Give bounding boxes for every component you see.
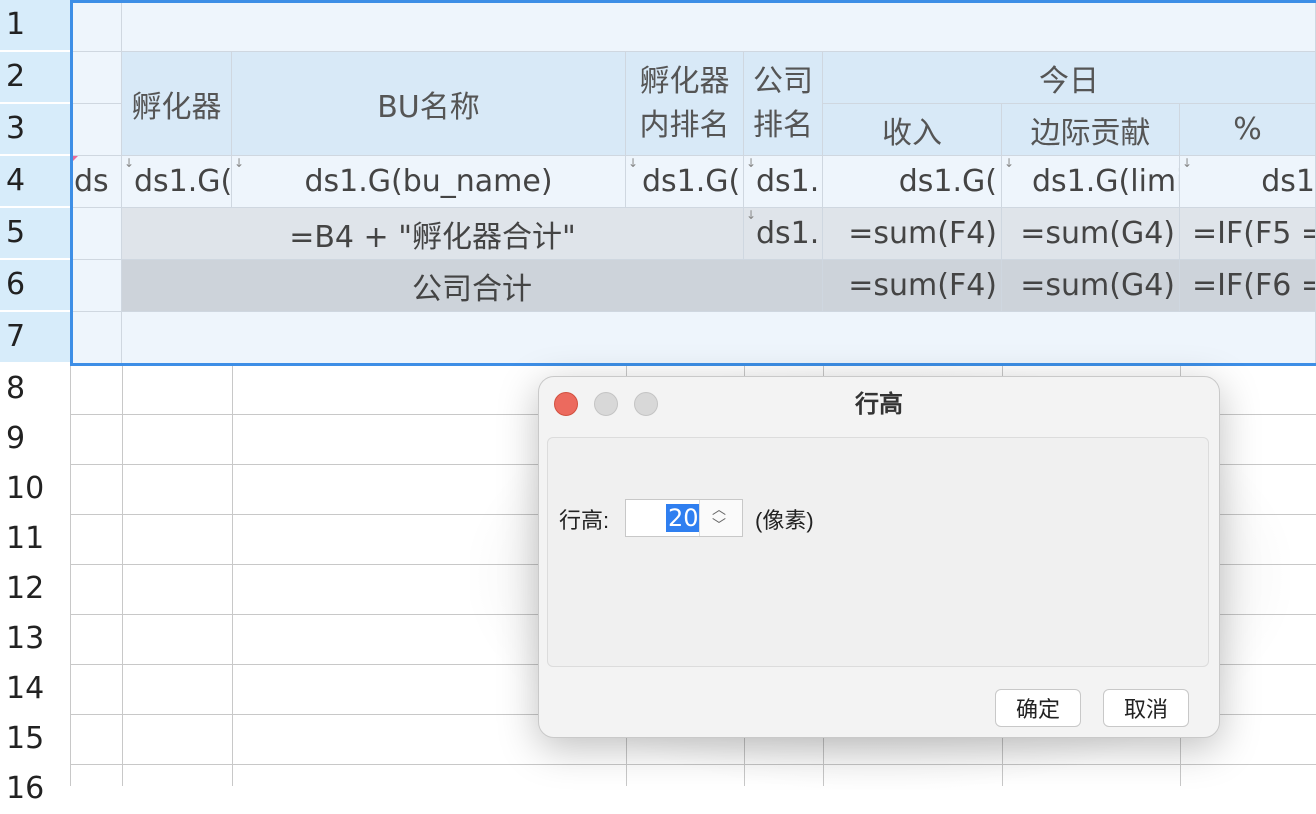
cell-B4-text: ds1.G( (134, 164, 232, 199)
row-header-13[interactable]: 13 (0, 614, 70, 664)
header-percent[interactable]: % (1180, 104, 1316, 156)
header-company-rank-line1: 公司 (753, 63, 813, 99)
cell-G5-text: =sum(G4) (1020, 216, 1175, 251)
cell-F5-text: =sum(F4) (848, 216, 997, 251)
expand-arrow-icon: ↓ (1004, 156, 1015, 170)
row-height-dialog: 行高 行高: 20 ︿ ﹀ (像素) 确定 取消 (538, 376, 1220, 738)
cell-A3[interactable] (70, 104, 122, 156)
cell-A4[interactable]: ds (70, 156, 122, 208)
row-header-10[interactable]: 10 (0, 464, 70, 514)
header-incubator-rank-line1: 孵化器 (639, 63, 730, 99)
row-header-16[interactable]: 16 (0, 764, 70, 814)
header-today-label: 今日 (1039, 63, 1099, 99)
cell-H4[interactable]: ↓ ds1 (1180, 156, 1316, 208)
header-today[interactable]: 今日 (823, 52, 1316, 104)
cell-A7[interactable] (70, 312, 122, 366)
row-header-7[interactable]: 7 (0, 312, 70, 362)
row-height-stepper[interactable]: ︿ ﹀ (699, 500, 742, 536)
row-header-1[interactable]: 1 (0, 0, 70, 50)
expand-arrow-icon: ↓ (1182, 156, 1193, 170)
cell-H6[interactable]: =IF(F6 = (1180, 260, 1316, 312)
comment-marker-icon (70, 156, 78, 164)
cell-G6[interactable]: =sum(G4) (1002, 260, 1180, 312)
cell-E5[interactable]: ↓ ds1. (744, 208, 823, 260)
dialog-titlebar[interactable]: 行高 (539, 377, 1219, 433)
cell-H5[interactable]: =IF(F5 = (1180, 208, 1316, 260)
cell-A6[interactable] (70, 260, 122, 312)
cell-G5[interactable]: =sum(G4) (1002, 208, 1180, 260)
unit-label: (像素) (755, 508, 814, 533)
expand-arrow-icon: ↓ (628, 156, 639, 170)
chevron-down-icon[interactable]: ﹀ (712, 518, 726, 532)
cell-F4[interactable]: ds1.G( (823, 156, 1002, 208)
header-revenue-label: 收入 (882, 115, 942, 151)
cell-H5-text: =IF(F5 = (1192, 216, 1316, 251)
header-incubator-rank[interactable]: 孵化器 内排名 (626, 52, 744, 156)
row-header-5[interactable]: 5 (0, 208, 70, 258)
header-revenue[interactable]: 收入 (823, 104, 1002, 156)
cell-A4-text: ds (74, 164, 109, 199)
header-bu-name-label: BU名称 (377, 89, 480, 125)
header-incubator[interactable]: 孵化器 (122, 52, 232, 156)
cell-A1[interactable] (70, 0, 122, 52)
cell-H4-text: ds1 (1261, 164, 1315, 199)
row-header-11[interactable]: 11 (0, 514, 70, 564)
cell-B4[interactable]: ↓ ds1.G( (122, 156, 232, 208)
row-header-6[interactable]: 6 (0, 260, 70, 310)
row-header-3[interactable]: 3 (0, 104, 70, 154)
row-header-2[interactable]: 2 (0, 52, 70, 102)
header-incubator-rank-line2: 内排名 (639, 107, 730, 143)
row-header-9[interactable]: 9 (0, 414, 70, 464)
cell-G6-text: =sum(G4) (1020, 268, 1175, 303)
row-header-12[interactable]: 12 (0, 564, 70, 614)
row-height-label: 行高: (559, 508, 610, 533)
cell-B5-text: =B4 + "孵化器合计" (289, 219, 576, 255)
row-height-value: 20 (666, 504, 701, 532)
expand-arrow-icon: ↓ (234, 156, 245, 170)
ok-button[interactable]: 确定 (995, 689, 1081, 727)
header-margin-label: 边际贡献 (1030, 115, 1151, 151)
cell-G4[interactable]: ↓ ds1.G(limi (1002, 156, 1180, 208)
row-header-4[interactable]: 4 (0, 156, 70, 206)
header-percent-label: % (1233, 112, 1262, 147)
dialog-title: 行高 (855, 391, 903, 418)
cell-C4[interactable]: ↓ ds1.G(bu_name) (232, 156, 626, 208)
cell-D4[interactable]: ↓ ds1.G( (626, 156, 744, 208)
cell-B5[interactable]: =B4 + "孵化器合计" (122, 208, 744, 260)
expand-arrow-icon: ↓ (124, 156, 135, 170)
header-company-rank-line2: 排名 (753, 107, 813, 143)
row-header-8[interactable]: 8 (0, 364, 70, 414)
cell-B1[interactable] (122, 0, 1316, 52)
cell-F4-text: ds1.G( (898, 164, 997, 199)
expand-arrow-icon: ↓ (746, 208, 757, 222)
expand-arrow-icon: ↓ (746, 156, 757, 170)
dialog-panel (547, 437, 1209, 667)
cell-F5[interactable]: =sum(F4) (823, 208, 1002, 260)
chevron-up-icon[interactable]: ︿ (712, 502, 726, 516)
cell-C4-text: ds1.G(bu_name) (304, 164, 553, 199)
cell-B6[interactable]: 公司合计 (122, 260, 823, 312)
cell-B6-text: 公司合计 (412, 271, 532, 307)
header-bu-name[interactable]: BU名称 (232, 52, 626, 156)
header-incubator-label: 孵化器 (131, 89, 222, 125)
cell-E4-text: ds1. (756, 164, 820, 199)
header-margin[interactable]: 边际贡献 (1002, 104, 1180, 156)
header-company-rank[interactable]: 公司 排名 (744, 52, 823, 156)
cell-A5[interactable] (70, 208, 122, 260)
cell-E5-text: ds1. (756, 216, 820, 251)
row-header-15[interactable]: 15 (0, 714, 70, 764)
cell-E4[interactable]: ↓ ds1. (744, 156, 823, 208)
cell-F6[interactable]: =sum(F4) (823, 260, 1002, 312)
cell-G4-text: ds1.G(limi (1032, 164, 1180, 199)
row-height-input[interactable]: 20 ︿ ﹀ (625, 499, 743, 537)
cell-B7[interactable] (122, 312, 1316, 366)
cell-D4-text: ds1.G( (642, 164, 741, 199)
cell-H6-text: =IF(F6 = (1192, 268, 1316, 303)
cancel-button[interactable]: 取消 (1103, 689, 1189, 727)
row-header-14[interactable]: 14 (0, 664, 70, 714)
cell-A2[interactable] (70, 52, 122, 104)
cell-F6-text: =sum(F4) (848, 268, 997, 303)
